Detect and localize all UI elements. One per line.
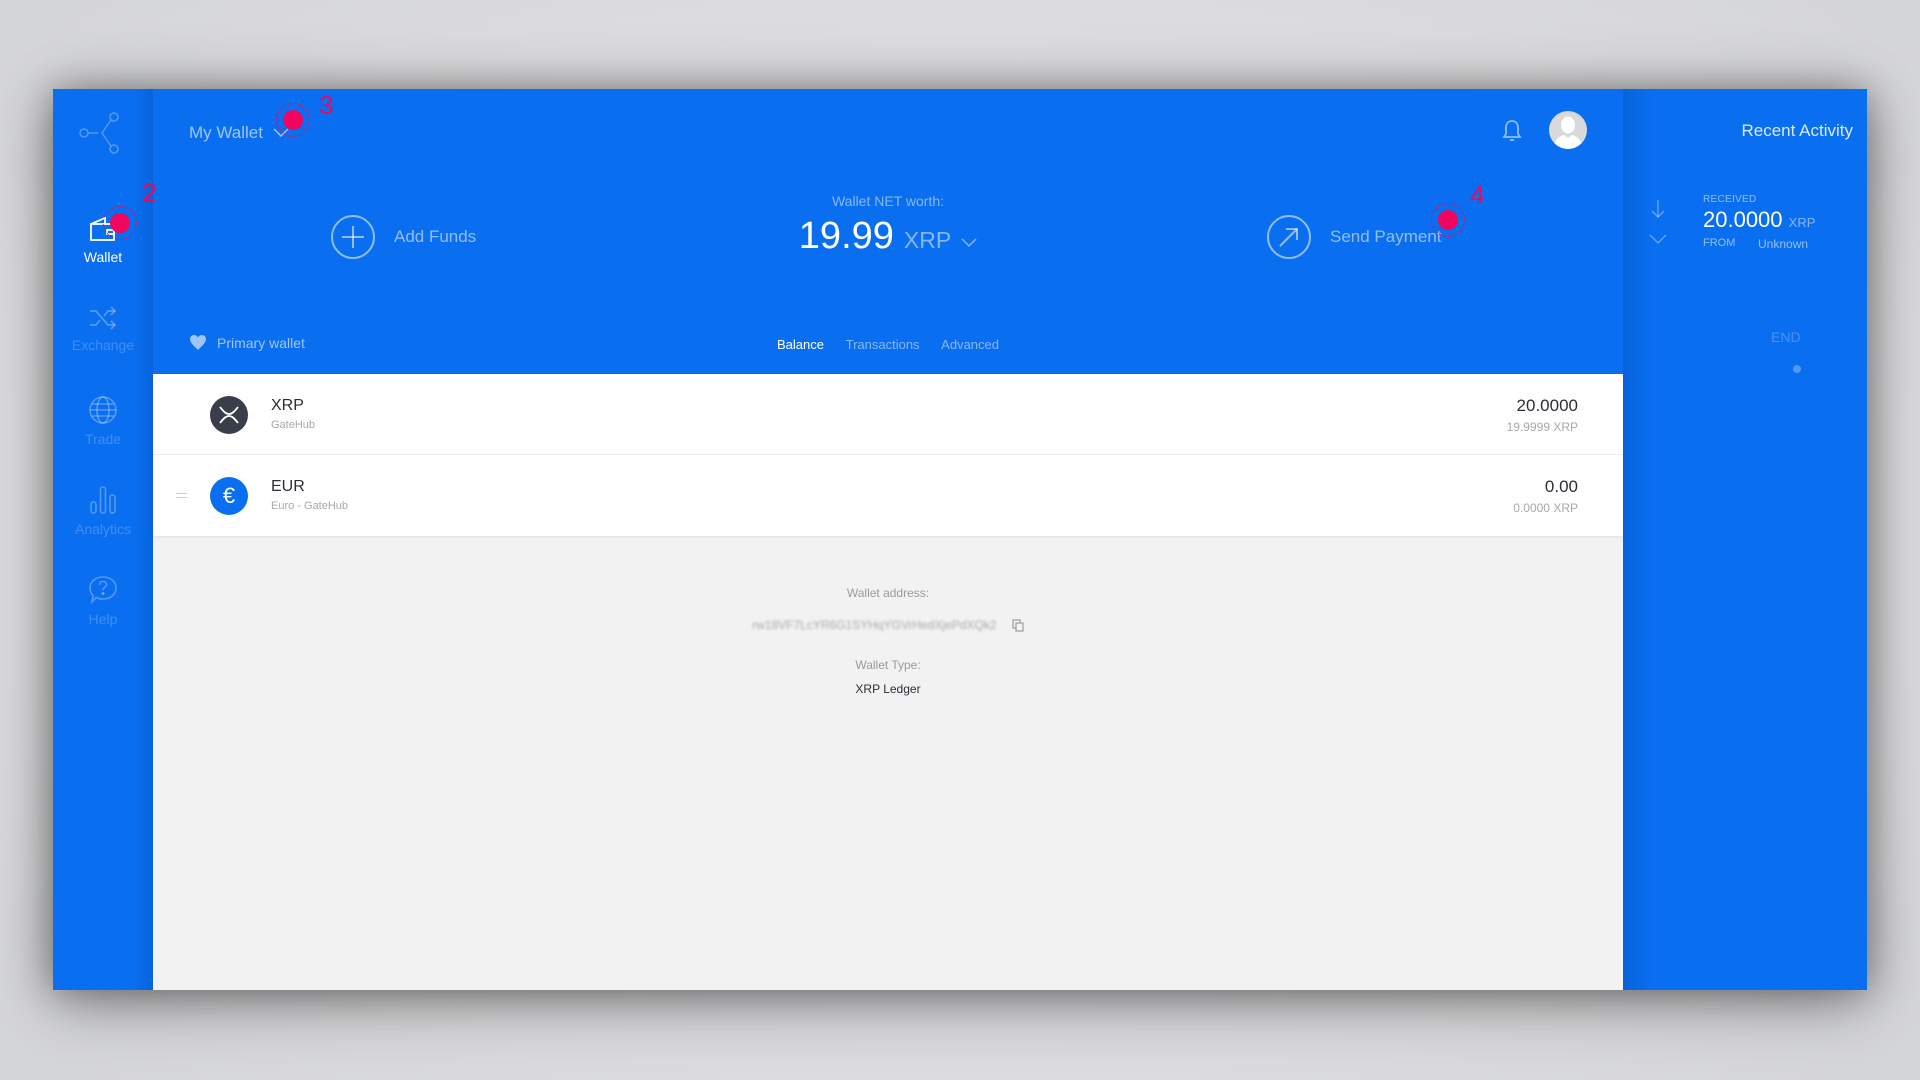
- currency-symbol: XRP: [271, 397, 304, 414]
- activity-from-label: FROM: [1703, 237, 1736, 249]
- sidebar-item-label: Trade: [84, 431, 122, 447]
- expand-chevron-icon[interactable]: [1649, 234, 1667, 244]
- send-arrow-circle-icon: [1267, 215, 1311, 259]
- recent-activity-panel: Recent Activity RECEIVED 20.0000 XRP FRO…: [1623, 89, 1867, 990]
- euro-icon: €: [210, 477, 248, 515]
- wallet-address[interactable]: rw18VF7LcYR6G1SYHqYGVrHedXjePdXQk2: [752, 618, 996, 632]
- balance-row[interactable]: € EUR Euro - GateHub 0.00 0.0000 XRP: [153, 455, 1623, 536]
- currency-xrp-value: 19.9999 XRP: [1506, 420, 1578, 434]
- sidebar-item-label: Wallet: [83, 249, 123, 265]
- activity-amount-unit: XRP: [1788, 215, 1816, 230]
- net-worth-unit: XRP: [903, 227, 952, 253]
- balance-row[interactable]: XRP GateHub 20.0000 19.9999 XRP: [153, 374, 1623, 455]
- wallet-type-label: Wallet Type:: [855, 658, 921, 673]
- net-worth-value[interactable]: 19.99 XRP: [799, 215, 977, 258]
- activity-end-label: END: [1771, 329, 1801, 345]
- arrow-down-icon: [1651, 200, 1665, 218]
- annotation-number: 4: [1470, 180, 1485, 210]
- net-worth-label: Wallet NET worth:: [831, 193, 945, 209]
- drag-handle-icon[interactable]: [176, 493, 187, 498]
- activity-amount-value: 20.0000: [1703, 207, 1783, 232]
- wallet-info: Wallet address: rw18VF7LcYR6G1SYHqYGVrHe…: [153, 586, 1623, 696]
- net-worth-amount: 19.99: [798, 215, 894, 257]
- send-payment-label: Send Payment: [1330, 227, 1442, 246]
- sidebar-item-label: Analytics: [74, 521, 132, 537]
- notification-bell-icon[interactable]: [1501, 119, 1523, 143]
- app-window: Wallet Exchange Trade Analytics Help My …: [53, 89, 1867, 990]
- currency-amount: 20.0000: [1516, 396, 1578, 415]
- wallet-tabs: Balance Transactions Advanced: [153, 337, 1623, 352]
- annotation-marker: [1431, 203, 1465, 237]
- annotation-marker: [276, 103, 310, 137]
- wallet-selector[interactable]: My Wallet: [189, 123, 289, 143]
- annotation-marker: [103, 206, 137, 240]
- currency-amount: 0.00: [1544, 477, 1578, 496]
- user-silhouette-icon: [1553, 116, 1583, 149]
- tab-balance[interactable]: Balance: [777, 337, 824, 352]
- shuffle-icon: [90, 306, 117, 330]
- sidebar-item-analytics[interactable]: Analytics: [53, 485, 153, 537]
- bar-chart-icon: [90, 486, 116, 514]
- send-payment-button[interactable]: Send Payment: [1266, 214, 1442, 260]
- sidebar-item-help[interactable]: Help: [53, 575, 153, 627]
- currency-chevron-down-icon: [961, 238, 977, 248]
- wallet-type: XRP Ledger: [855, 682, 921, 697]
- user-avatar[interactable]: [1549, 111, 1587, 149]
- tab-advanced[interactable]: Advanced: [941, 337, 999, 352]
- sidebar-item-label: Help: [88, 611, 118, 627]
- annotation-number: 3: [319, 90, 334, 120]
- sidebar-item-exchange[interactable]: Exchange: [53, 305, 153, 353]
- currency-xrp-value: 0.0000 XRP: [1513, 501, 1578, 515]
- sidebar-item-label: Exchange: [71, 337, 135, 353]
- wallet-address-label: Wallet address:: [846, 586, 930, 600]
- annotation-number: 2: [142, 178, 157, 208]
- sidebar-item-trade[interactable]: Trade: [53, 395, 153, 447]
- wallet-header: My Wallet Add Funds Wallet NET worth: 19…: [153, 89, 1623, 374]
- xrp-icon: [210, 396, 248, 434]
- globe-icon: [89, 396, 117, 424]
- activity-item[interactable]: RECEIVED 20.0000 XRP FROM Unknown: [1623, 184, 1867, 254]
- wallet-selector-label: My Wallet: [189, 123, 263, 142]
- tab-transactions[interactable]: Transactions: [846, 337, 920, 352]
- currency-issuer: GateHub: [271, 419, 316, 431]
- help-bubble-icon: [89, 576, 117, 605]
- activity-from-value: Unknown: [1758, 237, 1809, 251]
- currency-issuer: Euro - GateHub: [271, 500, 349, 512]
- logo-icon[interactable]: [73, 103, 133, 163]
- activity-end-dot: [1793, 365, 1801, 373]
- main-content: My Wallet Add Funds Wallet NET worth: 19…: [153, 89, 1623, 990]
- activity-amount: 20.0000 XRP: [1703, 207, 1815, 233]
- recent-activity-title: Recent Activity: [1741, 121, 1854, 140]
- activity-type: RECEIVED: [1703, 194, 1757, 205]
- currency-symbol: EUR: [271, 478, 305, 495]
- balance-list: XRP GateHub 20.0000 19.9999 XRP € EUR Eu…: [153, 374, 1623, 536]
- copy-icon[interactable]: [1012, 619, 1024, 632]
